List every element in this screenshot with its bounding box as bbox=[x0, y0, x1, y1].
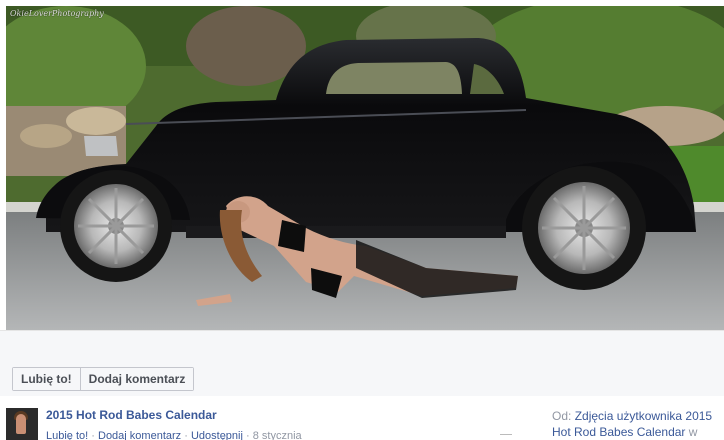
meta-like-link[interactable]: Lubię to! bbox=[46, 430, 88, 440]
page-avatar[interactable] bbox=[6, 408, 38, 440]
album-source: Od: Zdjęcia użytkownika 2015 Hot Rod Bab… bbox=[552, 408, 720, 440]
watermark-text: OkieLoverPhotography bbox=[10, 9, 104, 18]
action-button-group: Lubię to! Dodaj komentarz bbox=[12, 367, 195, 391]
post-date[interactable]: 8 stycznia bbox=[253, 430, 302, 440]
meta-comment-link[interactable]: Dodaj komentarz bbox=[98, 430, 181, 440]
avatar-figure-shape bbox=[16, 414, 26, 434]
meta-separator: · bbox=[91, 430, 95, 440]
photo-action-bar: Lubię to! Dodaj komentarz bbox=[0, 330, 724, 396]
post-photo[interactable]: OkieLoverPhotography bbox=[6, 6, 724, 330]
photo-illustration bbox=[6, 6, 724, 330]
page-name-link[interactable]: 2015 Hot Rod Babes Calendar bbox=[46, 408, 217, 422]
meta-separator: · bbox=[246, 430, 250, 440]
meta-separator: · bbox=[184, 430, 188, 440]
add-comment-button[interactable]: Dodaj komentarz bbox=[79, 368, 194, 390]
post-meta-line: Lubię to! · Dodaj komentarz · Udostępnij… bbox=[46, 430, 302, 440]
meta-share-link[interactable]: Udostępnij bbox=[191, 430, 243, 440]
like-button[interactable]: Lubię to! bbox=[13, 368, 80, 390]
post-info: 2015 Hot Rod Babes Calendar Lubię to! · … bbox=[0, 396, 724, 440]
album-suffix: w bbox=[688, 425, 698, 439]
from-label: Od: bbox=[552, 409, 572, 423]
menu-icon[interactable] bbox=[500, 434, 512, 438]
